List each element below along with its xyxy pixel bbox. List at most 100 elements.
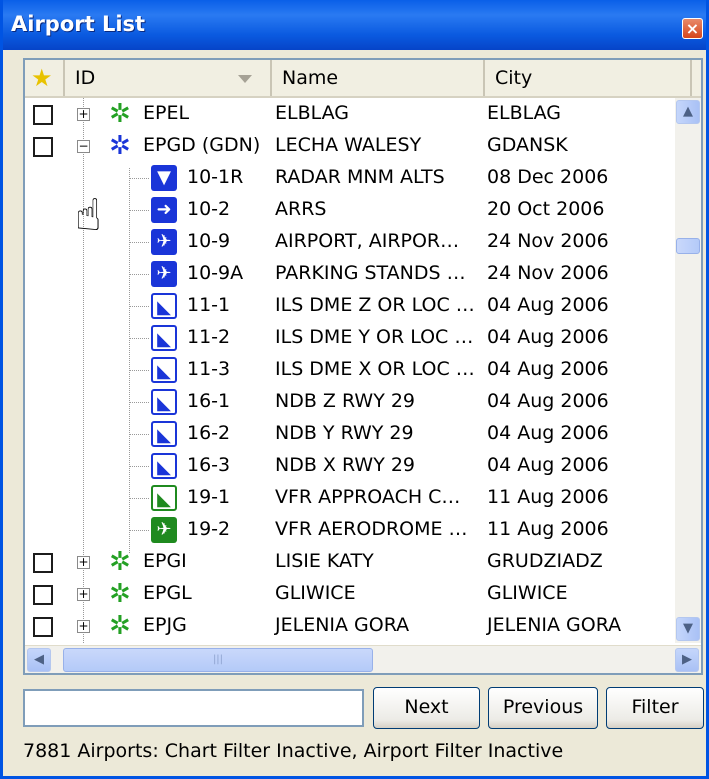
chart-date: 04 Aug 2006 [487,326,609,348]
tree-line [129,402,149,403]
favorite-checkbox[interactable] [33,553,53,573]
airport-name: JELENIA GORA [275,614,410,636]
column-header: ★ ID Name City [25,60,701,98]
tree-line [129,434,149,435]
city-column-header[interactable]: City [485,60,692,96]
airport-name: ELBLAG [275,102,350,124]
chart-id: 11-2 [187,326,231,348]
chart-name: AIRPORT, AIRPOR… [275,230,460,252]
expand-toggle[interactable]: + [77,108,90,121]
title-bar[interactable]: Airport List × [3,0,706,50]
chart-row[interactable]: ◣ 16-1 NDB Z RWY 29 04 Aug 2006 [25,386,675,418]
chart-row[interactable]: ◣ 11-3 ILS DME X OR LOC … 04 Aug 2006 [25,354,675,386]
status-bar: 7881 Airports: Chart Filter Inactive, Ai… [23,740,564,762]
tree-line [129,498,149,499]
expand-toggle[interactable]: + [77,556,90,569]
airport-city: GRUDZIADZ [487,550,603,572]
chart-id: 10-9 [187,230,231,252]
tree-line [129,178,149,179]
chart-date: 11 Aug 2006 [487,518,609,540]
vfr-aerodrome-chart-icon: ✈ [151,517,177,543]
chart-id: 10-2 [187,198,231,220]
scroll-right-button[interactable]: ▶ [675,648,699,672]
tree-line [129,530,149,531]
airport-id: EPEL [143,102,190,124]
airport-city: JELENIA GORA [487,614,622,636]
chart-row[interactable]: ✈ 19-2 VFR AERODROME … 11 Aug 2006 [25,514,675,546]
window-title: Airport List [11,12,146,36]
chart-name: VFR APPROACH C… [275,486,461,508]
chart-date: 04 Aug 2006 [487,422,609,444]
radar-chart-icon: ▼ [151,165,177,191]
chart-row[interactable]: ▼ 10-1R RADAR MNM ALTS 08 Dec 2006 [25,162,675,194]
chart-id: 16-2 [187,422,231,444]
chart-id: 19-1 [187,486,231,508]
next-button[interactable]: Next [373,687,480,729]
close-button[interactable]: × [682,18,703,39]
airport-row[interactable]: − ✲ EPGD (GDN) LECHA WALESY GDANSK [25,130,675,162]
favorite-checkbox[interactable] [33,105,53,125]
chart-row[interactable]: ➜ 10-2 ARRS 20 Oct 2006 [25,194,675,226]
favorite-checkbox[interactable] [33,585,53,605]
expand-toggle[interactable]: + [77,588,90,601]
hand-cursor-icon: ☝ [75,190,102,241]
airport-name: GLIWICE [275,582,356,604]
horizontal-scroll-thumb[interactable]: ||| [63,648,373,672]
airport-chart-icon: ✈ [151,261,177,287]
approach-chart-icon: ◣ [151,421,177,447]
vertical-scroll-thumb[interactable] [676,238,700,254]
chart-row[interactable]: ✈ 10-9 AIRPORT, AIRPOR… 24 Nov 2006 [25,226,675,258]
chart-row[interactable]: ◣ 16-2 NDB Y RWY 29 04 Aug 2006 [25,418,675,450]
chart-row[interactable]: ◣ 11-2 ILS DME Y OR LOC … 04 Aug 2006 [25,322,675,354]
airport-row[interactable]: + ✲ EPGL GLIWICE GLIWICE [25,578,675,610]
airport-row[interactable]: + ✲ EPGI LISIE KATY GRUDZIADZ [25,546,675,578]
chart-date: 24 Nov 2006 [487,262,609,284]
airport-icon: ✲ [109,131,131,161]
airport-city: GLIWICE [487,582,568,604]
scroll-left-button[interactable]: ◀ [27,648,51,672]
airport-id: EPGI [143,550,187,572]
chart-id: 19-2 [187,518,231,540]
previous-button[interactable]: Previous [488,687,598,729]
tree-line [129,338,149,339]
name-column-header[interactable]: Name [272,60,485,96]
favorite-checkbox[interactable] [33,617,53,637]
sort-arrow-icon [238,75,252,83]
filter-button[interactable]: Filter [606,687,704,729]
approach-chart-icon: ◣ [151,325,177,351]
chart-row[interactable]: ◣ 19-1 VFR APPROACH C… 11 Aug 2006 [25,482,675,514]
airport-row[interactable]: + ✲ EPEL ELBLAG ELBLAG [25,98,675,130]
favorite-checkbox[interactable] [33,137,53,157]
scroll-down-button[interactable]: ▼ [676,617,700,641]
vertical-scrollbar[interactable]: ▲ ▼ [675,98,701,643]
tree-line [129,210,149,211]
chart-name: PARKING STANDS … [275,262,466,284]
chart-id: 11-1 [187,294,231,316]
expand-toggle[interactable]: + [77,620,90,633]
airport-id: EPJG [143,614,187,636]
chart-row[interactable]: ◣ 16-3 NDB X RWY 29 04 Aug 2006 [25,450,675,482]
favorite-column-header[interactable]: ★ [25,60,65,96]
airport-tree: + ✲ EPEL ELBLAG ELBLAG − ✲ EPGD (GDN) LE… [25,98,675,643]
chart-id: 10-9A [187,262,244,284]
chart-row[interactable]: ◣ 11-1 ILS DME Z OR LOC … 04 Aug 2006 [25,290,675,322]
airport-row[interactable]: + ✲ EPJG JELENIA GORA JELENIA GORA [25,610,675,642]
airport-city: GDANSK [487,134,568,156]
star-icon: ★ [31,64,53,92]
chart-row[interactable]: ✈ 10-9A PARKING STANDS … 24 Nov 2006 [25,258,675,290]
chart-date: 04 Aug 2006 [487,294,609,316]
horizontal-scrollbar[interactable]: ◀ ||| ▶ [25,645,701,673]
airport-icon: ✲ [109,579,131,609]
airport-name: LISIE KATY [275,550,374,572]
chart-id: 10-1R [187,166,244,188]
arrival-chart-icon: ➜ [151,197,177,223]
id-column-header[interactable]: ID [65,60,272,96]
tree-line [129,306,149,307]
airport-city: ELBLAG [487,102,562,124]
search-input[interactable] [23,689,364,727]
tree-line [129,370,149,371]
scroll-up-button[interactable]: ▲ [676,100,700,124]
airport-list-window: Airport List × ★ ID Name City + ✲ EPEL E… [0,0,709,779]
collapse-toggle[interactable]: − [77,140,90,153]
tree-line [129,466,149,467]
